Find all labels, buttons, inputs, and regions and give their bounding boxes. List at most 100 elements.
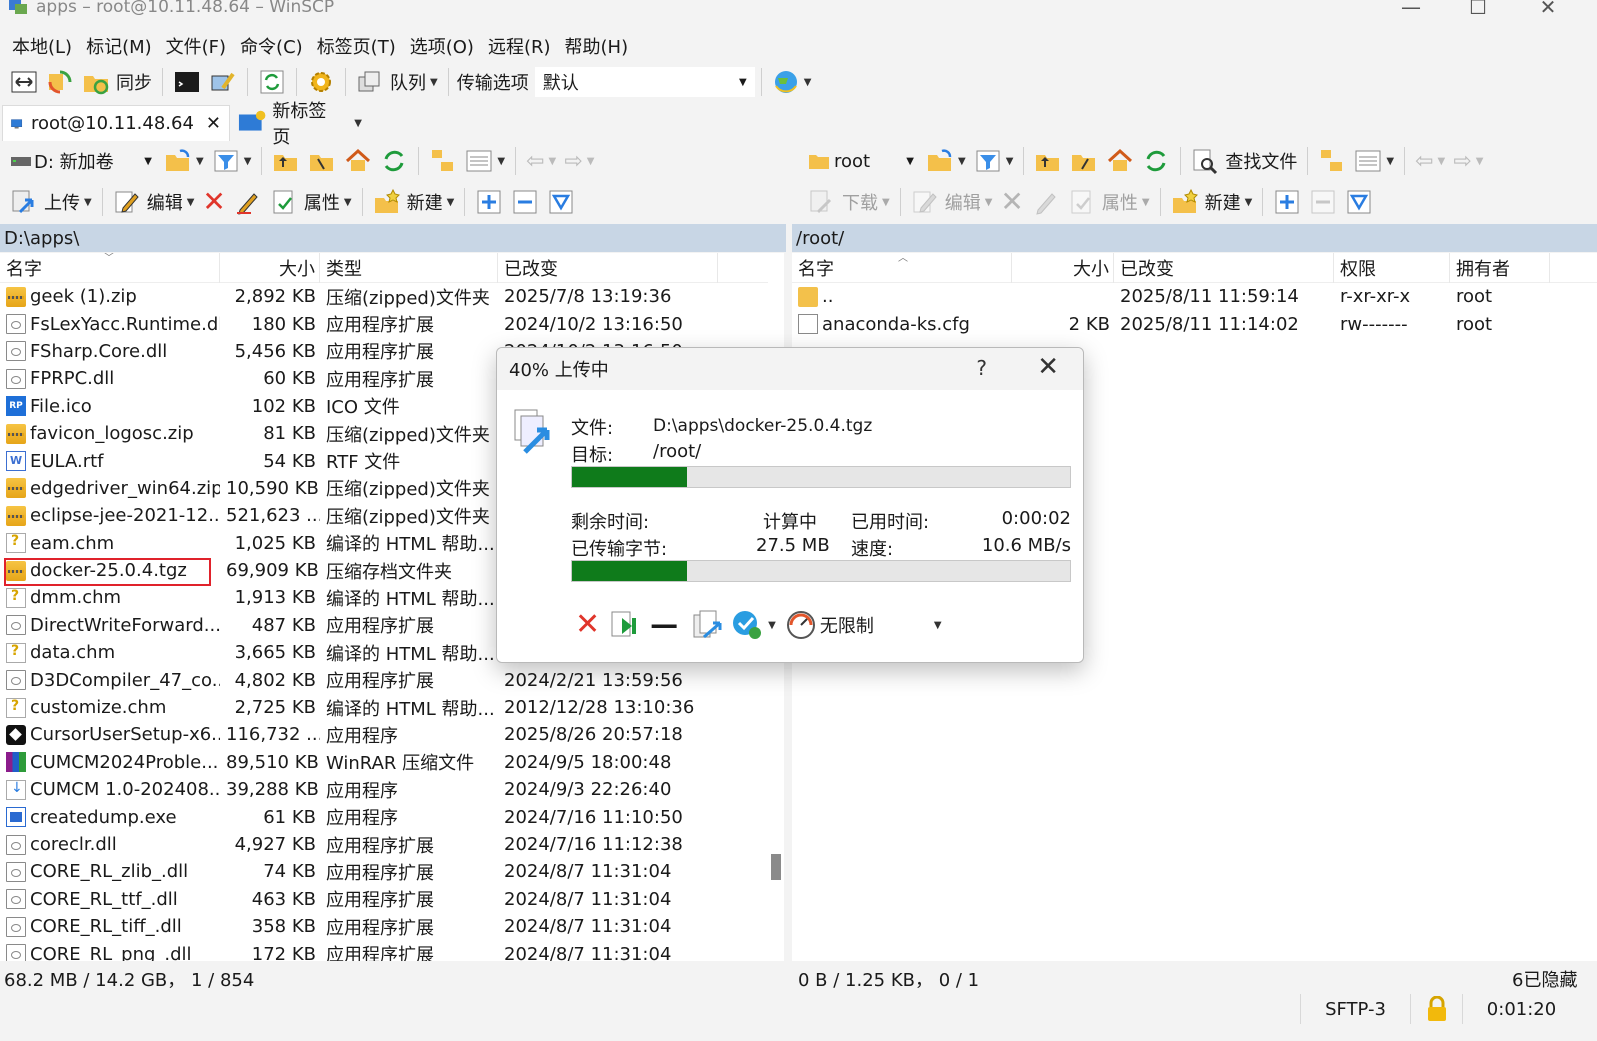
- transfer-preset-select[interactable]: 默认 ▼: [534, 67, 755, 97]
- tab-close-icon[interactable]: ✕: [206, 113, 221, 134]
- right-delete-button[interactable]: ✕: [996, 185, 1027, 219]
- table-row[interactable]: FsLexYacc.Runtime.dll 180 KB 应用程序扩展 2024/10…: [0, 310, 768, 337]
- menu-help[interactable]: 帮助(H): [565, 33, 629, 59]
- left-back-button[interactable]: ⇦ ▼: [522, 144, 560, 178]
- dialog-help-button[interactable]: ?: [976, 356, 987, 380]
- left-select-plus-button[interactable]: [471, 185, 507, 219]
- menu-local[interactable]: 本地(L): [12, 33, 72, 59]
- left-open-folder-button[interactable]: ▼: [160, 144, 208, 178]
- chevron-down-icon[interactable]: ▼: [354, 118, 362, 129]
- queue-button[interactable]: 队列 ▼: [352, 65, 442, 99]
- download-button[interactable]: 下载 ▼: [804, 185, 894, 219]
- putty-button[interactable]: [205, 65, 241, 99]
- col-type[interactable]: 类型: [320, 253, 498, 283]
- table-row[interactable]: customize.chm 2,725 KB 编译的 HTML 帮助... 2012/…: [0, 694, 768, 721]
- left-rename-button[interactable]: [230, 185, 266, 219]
- minimize-button[interactable]: —: [1381, 0, 1441, 22]
- once-done-button[interactable]: [730, 608, 764, 642]
- table-row[interactable]: CUMCM 1.0-202408... 39,288 KB 应用程序 2024/9/3…: [0, 776, 768, 803]
- right-view-button[interactable]: ▼: [1350, 144, 1398, 178]
- right-home-button[interactable]: [1102, 144, 1138, 178]
- find-files-button[interactable]: 查找文件: [1187, 144, 1301, 178]
- col-date[interactable]: 已改变: [498, 253, 718, 283]
- left-forward-button[interactable]: ⇨ ▼: [560, 144, 598, 178]
- synchronize-button[interactable]: 同步: [78, 65, 156, 99]
- chevron-down-icon[interactable]: ▼: [768, 620, 776, 631]
- left-properties-button[interactable]: 属性 ▼: [266, 185, 356, 219]
- open-terminal-button[interactable]: [169, 65, 205, 99]
- table-row[interactable]: CORE_RL_zlib_.dll 74 KB 应用程序扩展 2024/8/7 11:…: [0, 858, 768, 885]
- menu-file[interactable]: 文件(F): [166, 33, 226, 59]
- maximize-button[interactable]: ☐: [1448, 0, 1508, 22]
- table-row[interactable]: CORE_RL_ttf_.dll 463 KB 应用程序扩展 2024/8/7 11:…: [0, 886, 768, 913]
- menu-tabs[interactable]: 标签页(T): [317, 33, 396, 59]
- right-select-plus-button[interactable]: [1269, 185, 1305, 219]
- table-row[interactable]: geek (1).zip 2,892 KB 压缩(zipped)文件夹 2025/7/…: [0, 283, 768, 310]
- cancel-transfer-button[interactable]: ✕: [575, 610, 600, 640]
- right-root-dir-button[interactable]: [1066, 144, 1102, 178]
- table-row[interactable]: CursorUserSetup-x6... 116,732 ... 应用程序 2025…: [0, 721, 768, 748]
- refresh-queue-button[interactable]: [254, 65, 290, 99]
- table-row[interactable]: anaconda-ks.cfg 2 KB 2025/8/11 11:14:02 rw-…: [792, 310, 1597, 337]
- menu-command[interactable]: 命令(C): [240, 33, 303, 59]
- move-to-background-button[interactable]: [610, 610, 642, 640]
- left-edit-button[interactable]: 编辑 ▼: [109, 185, 199, 219]
- right-parent-dir-button[interactable]: [1030, 144, 1066, 178]
- sessions-globe-button[interactable]: ▼: [768, 65, 816, 99]
- right-rename-button[interactable]: [1028, 185, 1064, 219]
- left-filter-button[interactable]: ▼: [208, 144, 256, 178]
- table-row[interactable]: coreclr.dll 4,927 KB 应用程序扩展 2024/7/16 11:12…: [0, 831, 768, 858]
- col-perm[interactable]: 权限: [1334, 253, 1450, 283]
- table-row[interactable]: .. 2025/8/11 11:59:14 r-xr-xr-x root: [792, 283, 1597, 310]
- col-owner[interactable]: 拥有者: [1450, 253, 1550, 283]
- right-tree-button[interactable]: [1314, 144, 1350, 178]
- table-row[interactable]: CORE_RL_png_.dll 172 KB 应用程序扩展 2024/8/7 11:…: [0, 940, 768, 961]
- left-select-minus-button[interactable]: [507, 185, 543, 219]
- right-edit-button[interactable]: 编辑 ▼: [907, 185, 997, 219]
- left-home-button[interactable]: [340, 144, 376, 178]
- encryption-lock[interactable]: [1410, 994, 1462, 1024]
- left-tree-button[interactable]: [425, 144, 461, 178]
- sync-browse-button[interactable]: [42, 65, 78, 99]
- col-name[interactable]: 名字 ︿: [792, 253, 1012, 283]
- tab-new[interactable]: 新标签页 ▼: [230, 101, 370, 148]
- right-new-button[interactable]: 新建 ▼: [1167, 185, 1257, 219]
- col-date[interactable]: 已改变: [1114, 253, 1334, 283]
- left-select-filter-button[interactable]: [543, 185, 579, 219]
- tab-session-root[interactable]: root@10.11.48.64 ✕: [2, 105, 230, 141]
- col-size[interactable]: 大小: [220, 253, 320, 283]
- compare-dirs-button[interactable]: [6, 65, 42, 99]
- left-delete-button[interactable]: ✕: [198, 185, 229, 219]
- right-select-filter-button[interactable]: [1341, 185, 1377, 219]
- preferences-button[interactable]: [303, 65, 339, 99]
- upload-button[interactable]: 上传 ▼: [6, 185, 96, 219]
- scroll-thumb[interactable]: [771, 854, 781, 880]
- minimize-dialog-button[interactable]: —: [650, 611, 678, 639]
- dialog-close-button[interactable]: ✕: [1037, 352, 1059, 382]
- speed-limit-value[interactable]: 无限制: [820, 612, 930, 638]
- right-filter-button[interactable]: ▼: [970, 144, 1018, 178]
- transfer-queue-button[interactable]: [692, 609, 726, 641]
- right-open-folder-button[interactable]: ▼: [922, 144, 970, 178]
- right-forward-button[interactable]: ⇨ ▼: [1449, 144, 1487, 178]
- table-row[interactable]: CUMCM2024Proble... 89,510 KB WinRAR 压缩文件 20…: [0, 749, 768, 776]
- left-parent-dir-button[interactable]: [268, 144, 304, 178]
- right-dir-select[interactable]: root ▼: [804, 146, 922, 176]
- menu-remote[interactable]: 远程(R): [488, 33, 551, 59]
- col-name[interactable]: 名字 ﹀: [0, 253, 220, 283]
- right-properties-button[interactable]: 属性 ▼: [1064, 185, 1154, 219]
- menu-options[interactable]: 选项(O): [410, 33, 474, 59]
- left-root-dir-button[interactable]: [304, 144, 340, 178]
- table-row[interactable]: D3DCompiler_47_co... 4,802 KB 应用程序扩展 2024/2…: [0, 666, 768, 693]
- left-view-button[interactable]: ▼: [461, 144, 509, 178]
- left-drive-select[interactable]: D: 新加卷 ▼: [6, 146, 160, 176]
- left-refresh-button[interactable]: [376, 144, 412, 178]
- right-back-button[interactable]: ⇦ ▼: [1411, 144, 1449, 178]
- right-refresh-button[interactable]: [1138, 144, 1174, 178]
- right-select-minus-button[interactable]: [1305, 185, 1341, 219]
- left-new-button[interactable]: 新建 ▼: [369, 185, 459, 219]
- table-row[interactable]: createdump.exe 61 KB 应用程序 2024/7/16 11:10:5…: [0, 803, 768, 830]
- hidden-count[interactable]: 6已隐藏: [1512, 966, 1597, 992]
- menu-mark[interactable]: 标记(M): [86, 33, 152, 59]
- close-window-button[interactable]: ✕: [1518, 0, 1578, 22]
